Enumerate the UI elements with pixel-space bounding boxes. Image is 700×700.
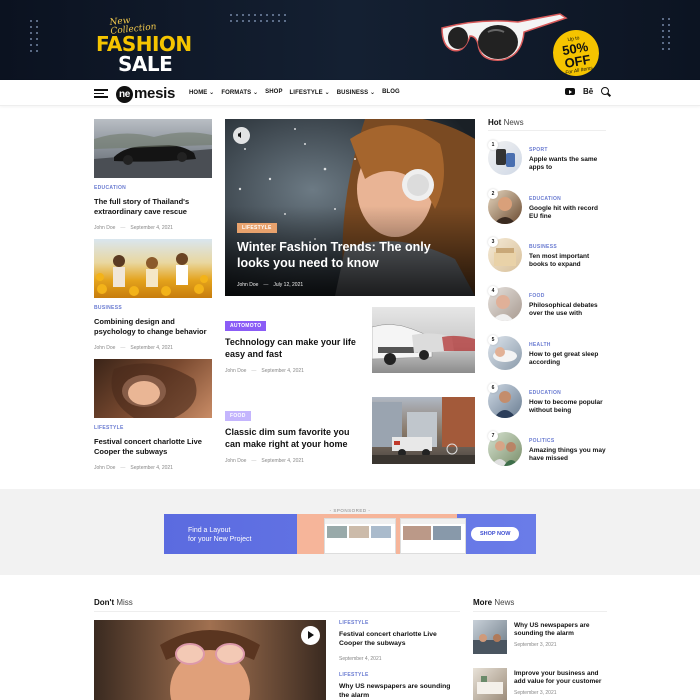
site-logo[interactable]: ne mesis [116, 85, 175, 103]
post-title[interactable]: How to become popular without being [529, 399, 607, 416]
hero-category[interactable]: LIFESTYLE [237, 223, 277, 233]
post-category[interactable]: HEALTH [529, 342, 551, 348]
banner-dots-top [230, 14, 286, 22]
post-category[interactable]: EDUCATION [529, 390, 561, 396]
dont-miss-heading: Don't Miss [94, 598, 133, 607]
post-image-cars-showroom[interactable] [372, 307, 475, 373]
post-meta: John Doe — September 4, 2021 [94, 224, 173, 231]
post-category[interactable]: POLITICS [529, 438, 554, 444]
main-nav: ne mesis HOME ⌄ FORMATS ⌄ SHOP LIFESTYLE … [0, 80, 700, 106]
hot-news-heading: Hot News [488, 118, 524, 127]
nav-item-formats[interactable]: FORMATS ⌄ [221, 89, 258, 96]
ad-text: Find a Layout for your New Project [188, 527, 252, 544]
post-category[interactable]: FOOD [529, 293, 545, 299]
ad-screenshot [400, 518, 466, 554]
left-post-3[interactable]: LIFESTYLE Festival concert charlotte Liv… [94, 425, 212, 471]
mid-post-2[interactable]: FOOD Classic dim sum favorite you can ma… [225, 404, 360, 464]
post-category[interactable]: LIFESTYLE [339, 620, 459, 626]
post-meta: John Doe — September 4, 2021 [94, 344, 173, 351]
left-post-1[interactable]: EDUCATION The full story of Thailand's e… [94, 185, 212, 231]
post-category[interactable]: BUSINESS [94, 305, 212, 311]
hot-news-item[interactable]: 3 BUSINESS Ten most important books to e… [488, 237, 608, 276]
banner-dots-right [662, 18, 670, 50]
hero-meta: John Doe — July 12, 2021 [237, 282, 304, 288]
nav-item-home[interactable]: HOME ⌄ [189, 89, 214, 96]
post-thumb[interactable] [473, 620, 507, 654]
ad-screenshot [324, 518, 396, 554]
post-title[interactable]: The full story of Thailand's extraordina… [94, 197, 212, 217]
post-image-car[interactable] [94, 119, 212, 178]
post-date: September 3, 2021 [514, 642, 557, 648]
post-category[interactable]: BUSINESS [529, 244, 557, 250]
post-meta: John Doe — September 4, 2021 [225, 458, 304, 465]
hero-post[interactable]: LIFESTYLE Winter Fashion Trends: The onl… [225, 119, 475, 296]
dont-miss-post[interactable]: LIFESTYLE Festival concert charlotte Liv… [339, 620, 459, 662]
hot-news-item[interactable]: 2 EDUCATION Google hit with record EU fi… [488, 189, 608, 228]
post-thumb[interactable] [473, 668, 507, 700]
dont-miss-post[interactable]: LIFESTYLE Why US newspapers are sounding… [339, 672, 459, 700]
post-category[interactable]: FOOD [225, 411, 251, 421]
post-date: September 4, 2021 [339, 655, 382, 662]
post-image-woman-lying[interactable] [94, 359, 212, 418]
more-news-post[interactable]: Improve your business and add value for … [473, 668, 607, 700]
banner-headline-line2: SALE [118, 52, 173, 76]
more-news-heading: More News [473, 598, 515, 607]
nav-icons: Bē [565, 87, 610, 96]
hero-title[interactable]: Winter Fashion Trends: The only looks yo… [237, 239, 457, 272]
post-title[interactable]: Why US newspapers are sounding the alarm [514, 622, 607, 639]
sponsored-ad[interactable]: Find a Layout for your New Project SHOP N… [164, 514, 536, 554]
post-title[interactable]: Improve your business and add value for … [514, 670, 607, 687]
post-title[interactable]: Technology can make your life easy and f… [225, 337, 360, 360]
banner-dots-left [30, 20, 38, 52]
play-icon[interactable] [301, 626, 320, 645]
post-meta: John Doe — September 4, 2021 [94, 464, 173, 471]
post-title[interactable]: Amazing things you may have missed [529, 447, 607, 464]
post-image-sunflowers[interactable] [94, 239, 212, 298]
hot-news-item[interactable]: 7 POLITICS Amazing things you may have m… [488, 431, 608, 470]
post-date: September 3, 2021 [514, 690, 557, 696]
post-meta: John Doe — September 4, 2021 [225, 368, 304, 375]
banner-headline: New Collection FASHION SALE [96, 16, 192, 76]
promo-banner[interactable]: New Collection FASHION SALE Up to 50% OF… [0, 0, 700, 80]
post-title[interactable]: Festival concert charlotte Live Cooper t… [94, 437, 212, 457]
audio-icon[interactable] [233, 127, 250, 144]
banner-headline-line1: FASHION [96, 32, 192, 56]
post-title[interactable]: Philosophical debates over the use with [529, 302, 607, 319]
sponsored-label: - SPONSORED - [329, 508, 371, 513]
nav-item-lifestyle[interactable]: LIFESTYLE ⌄ [290, 89, 330, 96]
mid-post-1[interactable]: AUTOMOTO Technology can make your life e… [225, 314, 360, 374]
dont-miss-featured-image[interactable] [94, 620, 326, 700]
post-category[interactable]: LIFESTYLE [339, 672, 459, 678]
hamburger-menu-icon[interactable] [94, 89, 108, 98]
post-category[interactable]: LIFESTYLE [94, 425, 212, 431]
behance-icon[interactable]: Bē [583, 87, 593, 96]
hot-news-item[interactable]: 4 FOOD Philosophical debates over the us… [488, 286, 608, 325]
post-title[interactable]: Why US newspapers are sounding the alarm [339, 683, 459, 700]
nav-menu: HOME ⌄ FORMATS ⌄ SHOP LIFESTYLE ⌄ BUSINE… [189, 89, 400, 96]
nav-item-business[interactable]: BUSINESS ⌄ [337, 89, 375, 96]
search-icon[interactable] [601, 87, 610, 95]
post-title[interactable]: Combining design and psychology to chang… [94, 317, 212, 337]
nav-item-shop[interactable]: SHOP [265, 89, 282, 96]
hot-news-item[interactable]: 5 HEALTH How to get great sleep accordin… [488, 335, 608, 374]
post-category[interactable]: SPORT [529, 147, 548, 153]
post-title[interactable]: How to get great sleep according [529, 351, 607, 368]
hot-news-item[interactable]: 6 EDUCATION How to become popular withou… [488, 383, 608, 422]
post-title[interactable]: Ten most important books to expand [529, 253, 607, 270]
sunglasses-image [441, 13, 568, 61]
post-title[interactable]: Google hit with record EU fine [529, 205, 607, 222]
more-news-post[interactable]: Why US newspapers are sounding the alarm… [473, 620, 607, 654]
post-title[interactable]: Apple wants the same apps to [529, 156, 607, 173]
post-image-city-street[interactable] [372, 397, 475, 464]
hot-news-item[interactable]: 1 SPORT Apple wants the same apps to [488, 140, 608, 179]
youtube-icon[interactable] [565, 88, 575, 95]
post-category[interactable]: EDUCATION [94, 185, 212, 191]
left-post-2[interactable]: BUSINESS Combining design and psychology… [94, 305, 212, 351]
post-category[interactable]: AUTOMOTO [225, 321, 267, 331]
post-category[interactable]: EDUCATION [529, 196, 561, 202]
nav-item-blog[interactable]: BLOG [382, 89, 400, 96]
shop-now-button[interactable]: SHOP NOW [471, 527, 520, 541]
post-title[interactable]: Classic dim sum favorite you can make ri… [225, 427, 360, 450]
post-title[interactable]: Festival concert charlotte Live Cooper t… [339, 631, 459, 649]
